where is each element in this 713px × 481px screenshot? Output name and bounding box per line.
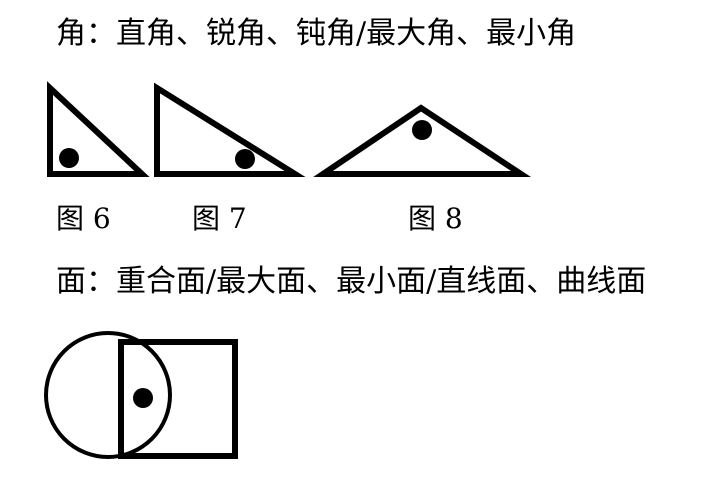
obtuse-triangle-outline <box>313 104 531 177</box>
acute-angle-marker-dot <box>235 149 255 169</box>
obtuse-angle-triangle <box>313 104 531 177</box>
obtuse-angle-marker-dot <box>412 120 432 140</box>
shapes-layer <box>44 81 531 459</box>
acute-triangle-outline <box>154 82 306 177</box>
figure-8-caption: 图 8 <box>408 202 463 235</box>
circle-square-overlap <box>44 331 238 459</box>
right-angle-triangle <box>47 81 150 177</box>
face-types-heading: 面：重合面/最大面、最小面/直线面、曲线面 <box>56 264 647 299</box>
overlap-face-marker-dot <box>133 388 153 408</box>
right-angle-marker-dot <box>59 148 79 168</box>
diagram-canvas: 角：直角、锐角、钝角/最大角、最小角 图 6 图 7 图 8 面：重合面/最大面… <box>0 0 713 481</box>
acute-angle-triangle <box>154 82 306 177</box>
figure-7-caption: 图 7 <box>192 202 247 235</box>
figure-6-caption: 图 6 <box>56 202 111 235</box>
